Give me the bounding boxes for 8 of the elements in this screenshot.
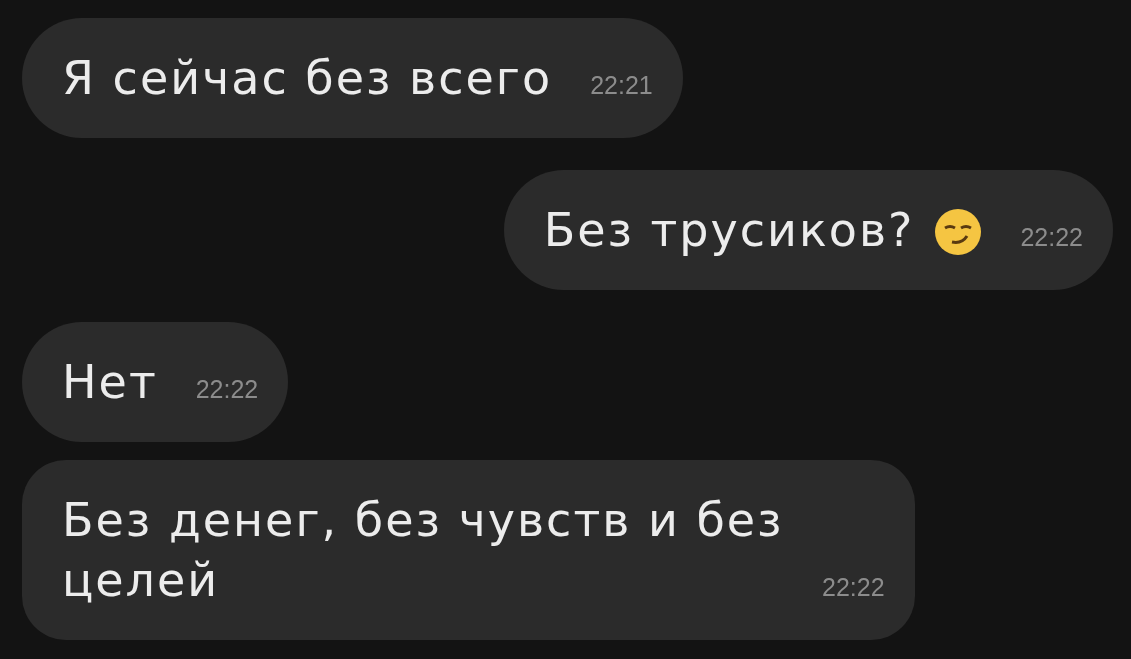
message-text: Нет bbox=[62, 354, 158, 411]
message-text: Без трусиков? bbox=[543, 202, 915, 259]
message-text: Без денег, без чувств и без целей bbox=[62, 492, 785, 609]
message-time: 22:22 bbox=[822, 572, 885, 602]
message-time: 22:22 bbox=[1020, 222, 1083, 252]
message-text: Я сейчас без всего bbox=[62, 50, 553, 107]
message-time: 22:22 bbox=[195, 374, 259, 404]
message-time: 22:21 bbox=[590, 70, 653, 100]
